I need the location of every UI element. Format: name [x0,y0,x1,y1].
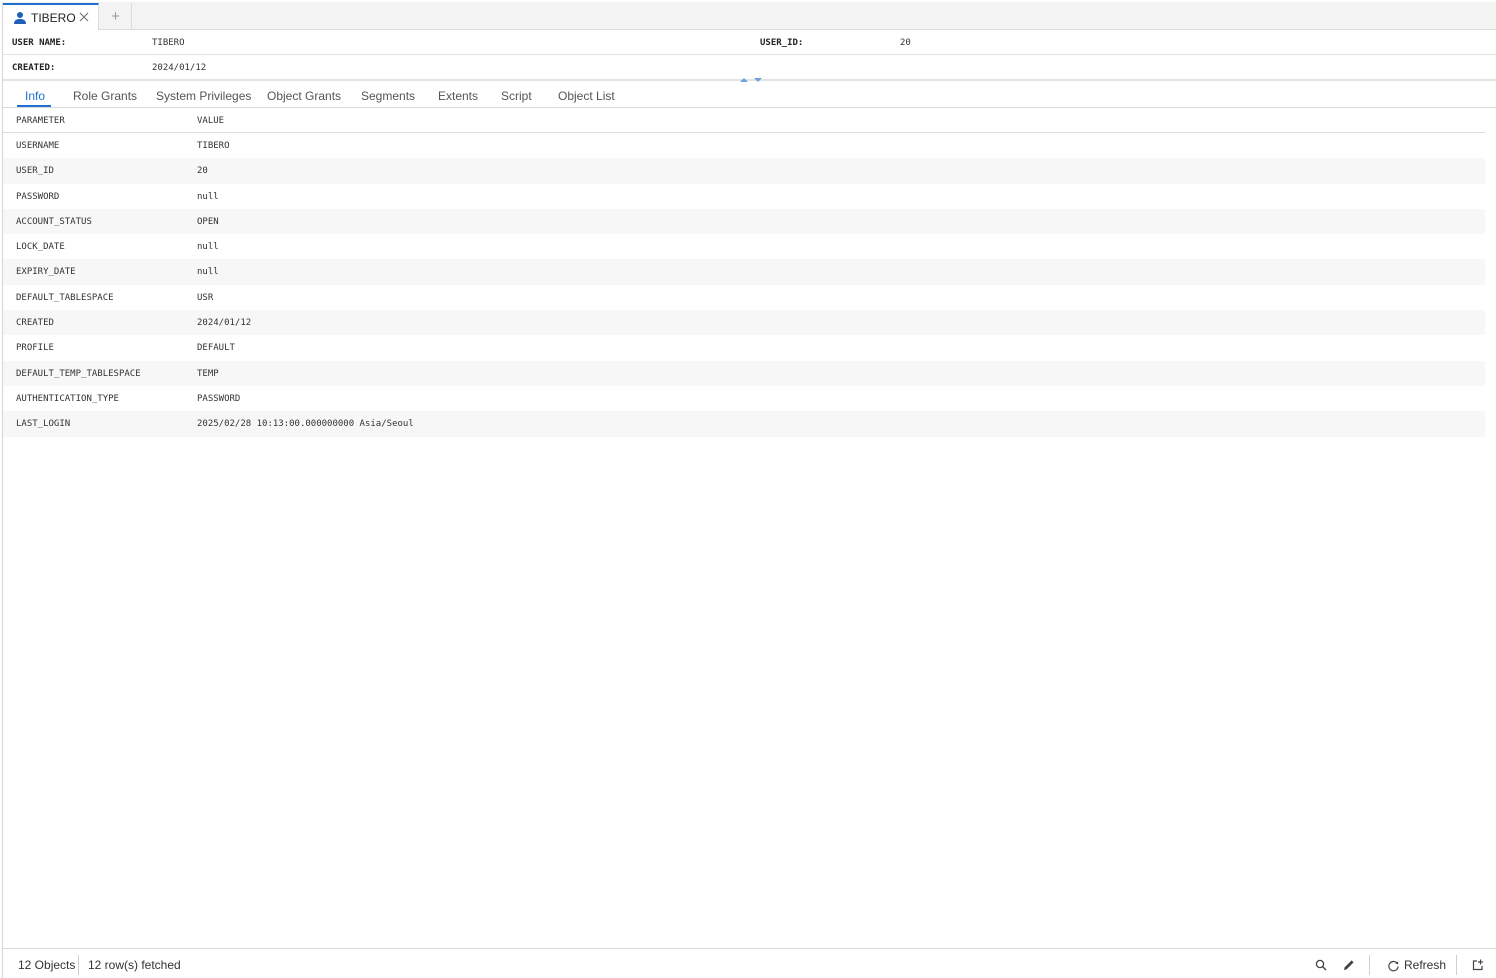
table-row[interactable]: DEFAULT_TABLESPACE USR [3,285,1485,310]
parameter-cell: LAST_LOGIN [16,419,71,430]
tab-extents[interactable]: Extents [438,89,478,103]
value-cell: 2024/01/12 [197,318,252,329]
tab-system-privileges[interactable]: System Privileges [156,89,251,103]
value-cell: PASSWORD [197,393,241,404]
refresh-button[interactable]: Refresh [1387,956,1446,974]
table-row[interactable]: ACCOUNT_STATUS OPEN [3,208,1485,235]
user-editor: TIBERO + USER NAME: TIBERO USER_ID: 20 C… [2,2,1496,978]
status-bar: 12 Objects 12 row(s) fetched Refresh [3,948,1496,978]
user-name-value: TIBERO [152,38,185,48]
header-row-user: USER NAME: TIBERO USER_ID: 20 [3,30,1496,55]
refresh-label: Refresh [1404,958,1447,972]
rows-fetched: 12 row(s) fetched [88,958,181,972]
status-divider [78,955,79,975]
parameter-cell: USER_ID [16,166,54,177]
parameter-cell: PROFILE [16,343,54,354]
parameter-cell: EXPIRY_DATE [16,267,76,278]
value-cell: TEMP [197,368,219,379]
value-cell: TIBERO [197,141,230,151]
tab-object-list[interactable]: Object List [558,89,615,103]
created-value: 2024/01/12 [152,63,207,73]
value-cell: null [197,267,219,278]
parameter-cell: PASSWORD [16,191,60,202]
tab-role-grants[interactable]: Role Grants [73,89,137,103]
refresh-icon [1388,960,1399,971]
active-tab-indicator [17,105,51,107]
parameter-cell: DEFAULT_TABLESPACE [16,292,114,303]
value-cell: 2025/02/28 10:13:00.000000000 Asia/Seoul [197,419,414,430]
table-row[interactable]: USER_ID 20 [3,158,1485,184]
value-cell: null [197,191,219,202]
table-row[interactable]: EXPIRY_DATE null [3,259,1485,285]
detail-tabs: Info Role Grants System Privileges Objec… [3,84,1496,108]
table-row[interactable]: LAST_LOGIN 2025/02/28 10:13:00.000000000… [3,411,1485,437]
editor-tab-strip: TIBERO + [3,2,1496,30]
grid-header: PARAMETER VALUE [3,108,1485,133]
status-divider [1456,955,1457,975]
editor-tab-label: TIBERO [31,10,76,25]
user-icon [14,11,26,24]
table-row[interactable]: CREATED 2024/01/12 [3,310,1485,336]
edit-icon[interactable] [1342,958,1356,972]
user-id-label: USER_ID: [760,38,804,48]
parameter-cell: USERNAME [16,141,60,151]
parameter-cell: DEFAULT_TEMP_TABLESPACE [16,368,141,379]
tab-info[interactable]: Info [25,89,45,103]
parameter-cell: CREATED [16,318,54,329]
search-icon[interactable] [1314,958,1328,972]
table-row[interactable]: PASSWORD null [3,184,1485,209]
table-row[interactable]: LOCK_DATE null [3,234,1485,259]
export-icon[interactable] [1471,958,1485,972]
status-divider [1369,955,1370,975]
parameter-cell: AUTHENTICATION_TYPE [16,393,119,404]
value-cell: OPEN [197,216,219,227]
tab-segments[interactable]: Segments [361,89,415,103]
table-row[interactable]: PROFILE DEFAULT [3,335,1485,360]
close-icon[interactable] [77,10,91,24]
value-cell: DEFAULT [197,343,235,354]
user-id-value: 20 [900,38,911,48]
object-count: 12 Objects [18,958,76,972]
table-row[interactable]: AUTHENTICATION_TYPE PASSWORD [3,386,1485,411]
editor-tab-tibero[interactable]: TIBERO [3,3,99,30]
collapse-expand-icon[interactable] [737,76,765,84]
parameter-cell: ACCOUNT_STATUS [16,216,92,227]
tab-object-grants[interactable]: Object Grants [267,89,341,103]
table-row[interactable]: DEFAULT_TEMP_TABLESPACE TEMP [3,360,1485,386]
parameter-cell: LOCK_DATE [16,242,65,253]
value-cell: null [197,242,219,253]
value-cell: USR [197,292,214,303]
created-label: CREATED: [12,63,56,73]
value-cell: 20 [197,166,208,177]
column-header-value[interactable]: VALUE [197,116,224,126]
add-tab-button[interactable]: + [100,3,132,30]
table-row[interactable]: USERNAME TIBERO [3,133,1485,158]
user-name-label: USER NAME: [12,38,67,48]
info-grid: PARAMETER VALUE USERNAME TIBERO USER_ID … [3,108,1485,437]
tab-script[interactable]: Script [501,89,532,103]
column-header-parameter[interactable]: PARAMETER [16,116,65,126]
